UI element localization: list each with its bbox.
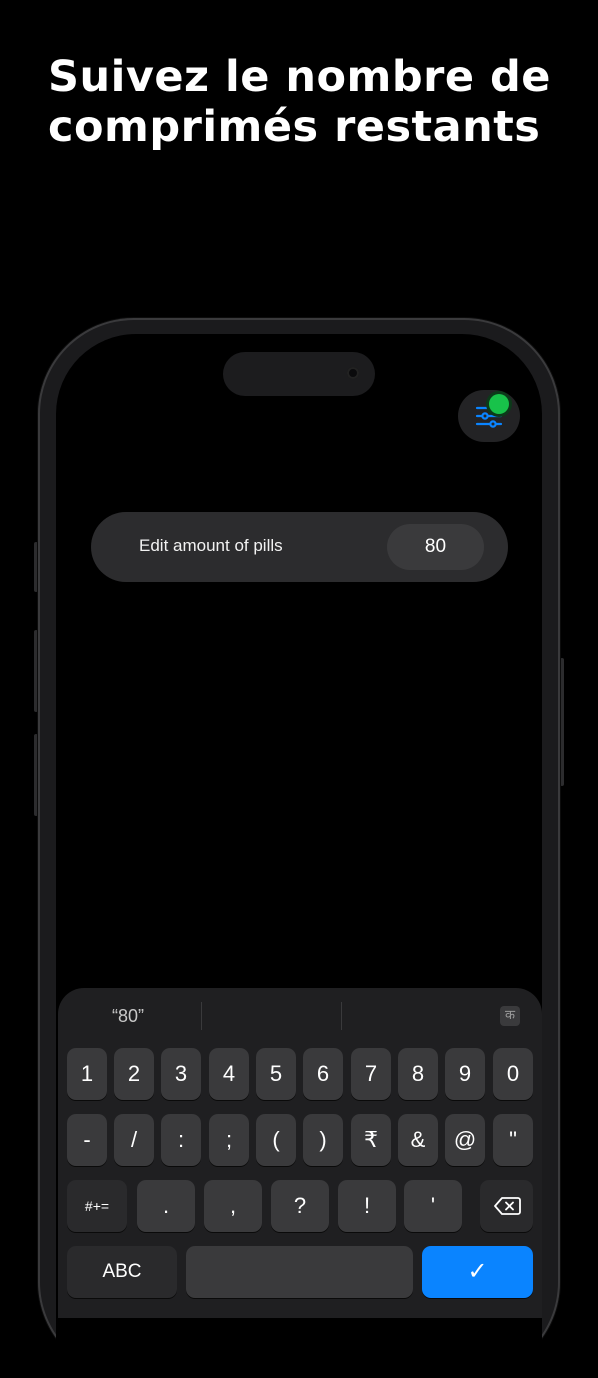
key-more-symbols[interactable]: #+= <box>67 1180 127 1232</box>
key-colon[interactable]: : <box>161 1114 201 1166</box>
backspace-key[interactable] <box>480 1180 533 1232</box>
headline: Suivez le nombre de comprimés restants <box>48 52 568 152</box>
key-1[interactable]: 1 <box>67 1048 107 1100</box>
abc-key[interactable]: ABC <box>67 1246 177 1298</box>
key-8[interactable]: 8 <box>398 1048 438 1100</box>
key-0[interactable]: 0 <box>493 1048 533 1100</box>
key-semicolon[interactable]: ; <box>209 1114 249 1166</box>
key-ampersand[interactable]: & <box>398 1114 438 1166</box>
pill-amount-input[interactable]: 80 <box>387 524 484 570</box>
key-2[interactable]: 2 <box>114 1048 154 1100</box>
suggestion-bar: “80” क <box>58 988 542 1046</box>
key-7[interactable]: 7 <box>351 1048 391 1100</box>
settings-button[interactable] <box>458 390 520 442</box>
key-close-paren[interactable]: ) <box>303 1114 343 1166</box>
key-rupee[interactable]: ₹ <box>351 1114 391 1166</box>
edit-amount-label: Edit amount of pills <box>139 536 283 555</box>
key-3[interactable]: 3 <box>161 1048 201 1100</box>
suggestion-item[interactable]: “80” <box>112 1006 144 1027</box>
headline-line-2: comprimés restants <box>48 102 541 152</box>
key-period[interactable]: . <box>137 1180 195 1232</box>
done-key[interactable]: ✓ <box>422 1246 533 1298</box>
key-9[interactable]: 9 <box>445 1048 485 1100</box>
key-quote[interactable]: " <box>493 1114 533 1166</box>
key-open-paren[interactable]: ( <box>256 1114 296 1166</box>
key-5[interactable]: 5 <box>256 1048 296 1100</box>
key-slash[interactable]: / <box>114 1114 154 1166</box>
headline-line-1: Suivez le nombre de <box>48 52 551 102</box>
backspace-icon <box>493 1197 521 1215</box>
phone-power-button <box>560 658 564 786</box>
key-hyphen[interactable]: - <box>67 1114 107 1166</box>
key-question[interactable]: ? <box>271 1180 329 1232</box>
key-apostrophe[interactable]: ' <box>404 1180 462 1232</box>
dynamic-island <box>223 352 375 396</box>
language-key[interactable]: क <box>500 1006 520 1026</box>
key-at[interactable]: @ <box>445 1114 485 1166</box>
suggestion-divider <box>341 1002 342 1030</box>
key-exclamation[interactable]: ! <box>338 1180 396 1232</box>
camera-icon <box>347 367 359 379</box>
active-badge <box>489 394 509 414</box>
key-6[interactable]: 6 <box>303 1048 343 1100</box>
space-key[interactable] <box>186 1246 413 1298</box>
key-comma[interactable]: , <box>204 1180 262 1232</box>
edit-amount-row[interactable]: Edit amount of pills 80 <box>91 512 508 582</box>
key-4[interactable]: 4 <box>209 1048 249 1100</box>
suggestion-divider <box>201 1002 202 1030</box>
